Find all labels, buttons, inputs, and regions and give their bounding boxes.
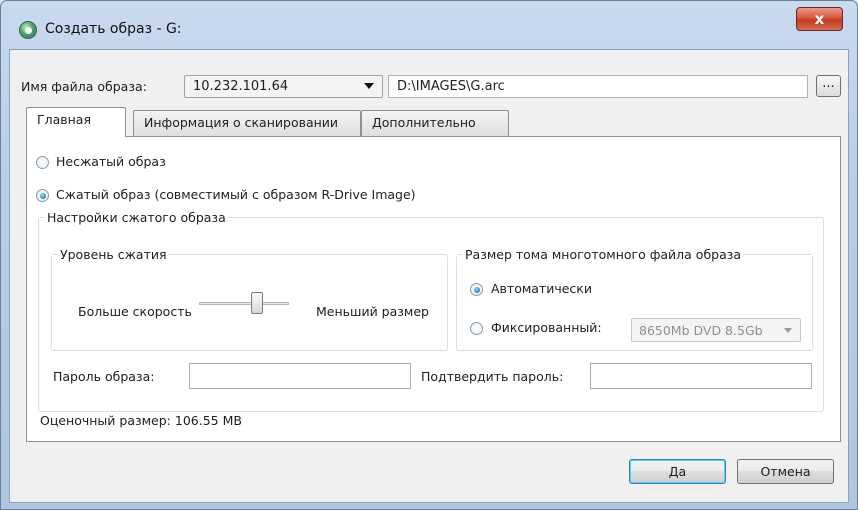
auto-volume-radio[interactable]: [470, 283, 483, 296]
dialog-window: Создать образ - G: x Имя файла образа: 1…: [0, 0, 858, 510]
compression-slider-track[interactable]: [199, 302, 289, 305]
speed-label: Больше скорость: [78, 304, 192, 319]
chevron-down-icon: [784, 328, 792, 333]
auto-volume-label: Автоматически: [491, 281, 592, 296]
size-label: Меньший размер: [316, 304, 429, 319]
fixed-volume-radio[interactable]: [470, 322, 483, 335]
fixed-volume-value: 8650Mb DVD 8.5Gb: [639, 323, 763, 338]
server-select[interactable]: 10.232.101.64: [184, 75, 383, 98]
compression-level-group: Уровень сжатия: [51, 247, 448, 351]
uncompressed-radio[interactable]: [36, 156, 49, 169]
tab-advanced[interactable]: Дополнительно: [361, 110, 509, 136]
image-filename-label: Имя файла образа:: [21, 79, 147, 94]
title-bar[interactable]: Создать образ - G: x: [1, 1, 857, 49]
confirm-password-label: Подтвердить пароль:: [421, 369, 564, 384]
password-label: Пароль образа:: [53, 369, 155, 384]
app-icon: [19, 21, 37, 39]
tab-scan-info[interactable]: Информация о сканировании: [133, 110, 361, 136]
compressed-radio[interactable]: [36, 189, 49, 202]
uncompressed-label: Несжатый образ: [56, 154, 166, 169]
chevron-down-icon: [364, 83, 374, 89]
browse-button[interactable]: ...: [816, 75, 841, 97]
ok-button[interactable]: Да: [629, 459, 726, 484]
tab-main[interactable]: Главная: [26, 107, 126, 137]
compression-slider-thumb[interactable]: [251, 292, 263, 314]
confirm-password-input[interactable]: [590, 363, 812, 389]
dialog-body: Имя файла образа: 10.232.101.64 D:\IMAGE…: [9, 49, 849, 503]
compressed-settings-title: Настройки сжатого образа: [47, 210, 226, 225]
close-button[interactable]: x: [796, 7, 843, 31]
compressed-label: Сжатый образ (совместимый с образом R-Dr…: [56, 187, 416, 202]
image-path-input[interactable]: D:\IMAGES\G.arc: [388, 75, 808, 98]
password-input[interactable]: [189, 363, 411, 389]
compression-level-title: Уровень сжатия: [60, 247, 167, 262]
fixed-volume-label: Фиксированный:: [491, 320, 602, 335]
window-title: Создать образ - G:: [45, 21, 182, 37]
volume-size-title: Размер тома многотомного файла образа: [465, 247, 742, 262]
fixed-volume-select[interactable]: 8650Mb DVD 8.5Gb: [631, 318, 801, 342]
cancel-button[interactable]: Отмена: [737, 459, 834, 484]
server-select-value: 10.232.101.64: [193, 79, 289, 94]
estimated-size: Оценочный размер: 106.55 MB: [40, 413, 242, 428]
